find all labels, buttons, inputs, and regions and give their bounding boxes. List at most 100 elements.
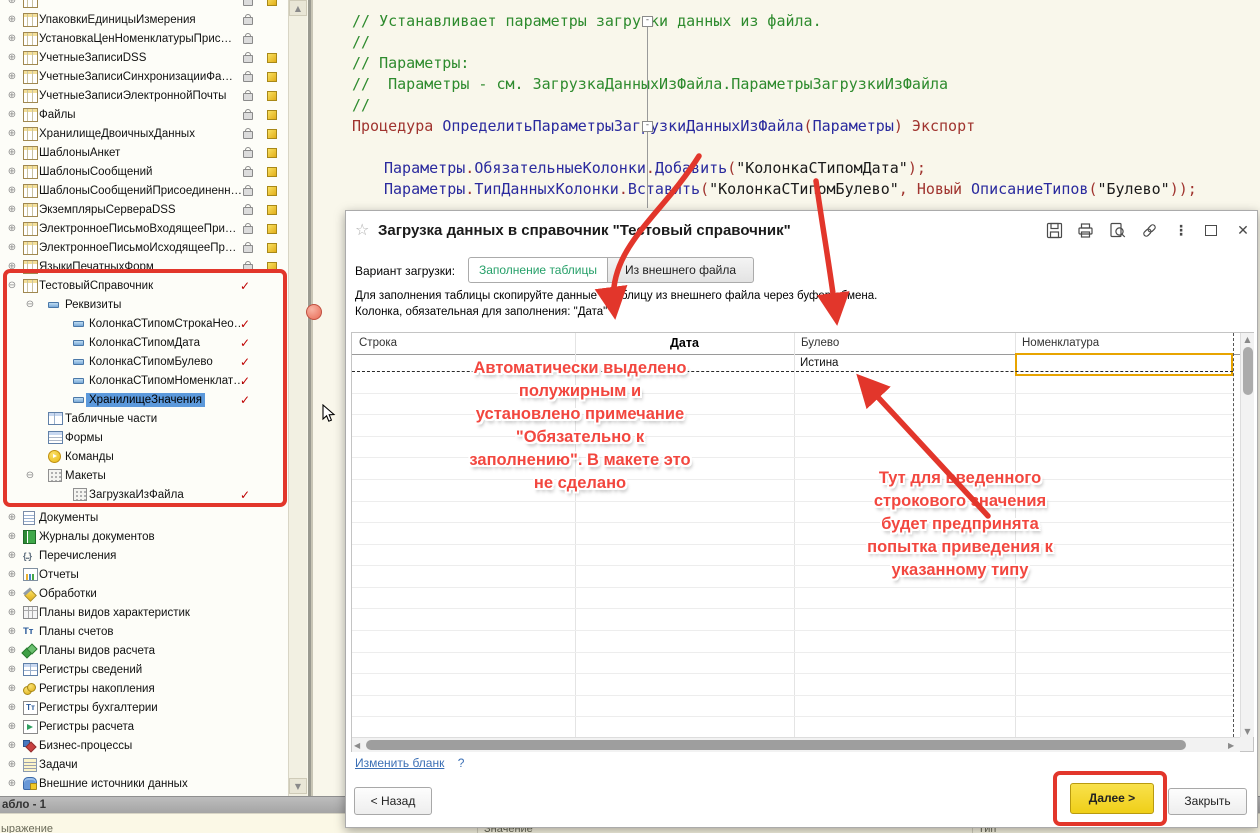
expand-icon[interactable]: ⊕ [6, 550, 18, 561]
tree-item-label[interactable]: Регистры сведений [36, 663, 145, 677]
tree-item-шаблонысообщений[interactable]: ⊕ ШаблоныСообщений [0, 162, 288, 181]
tree-item-учетныезаписисинхронизациифа-[interactable]: ⊕УчетныеЗаписиСинхронизацииФа… [0, 67, 288, 86]
expand-icon[interactable]: ⊕ [6, 569, 18, 580]
code-line[interactable]: // [352, 96, 370, 115]
expand-icon[interactable]: ⊕ [6, 512, 18, 523]
tree-item-электронноеписьмоисходящеепр-[interactable]: ⊕ ЭлектронноеПисьмоИсходящееПр… [0, 238, 288, 257]
tree-item-label[interactable]: Обработки [36, 587, 100, 601]
expand-icon[interactable]: ⊕ [6, 71, 18, 82]
expand-icon[interactable]: ⊕ [6, 166, 18, 177]
tree-item-обработки[interactable]: ⊕ Обработки [0, 584, 288, 603]
expand-icon[interactable]: ⊕ [6, 740, 18, 751]
tree-scrollbar[interactable]: ▲ ▼ [289, 0, 307, 796]
scroll-down-icon[interactable]: ▼ [1241, 727, 1254, 736]
tree-item-перечисления[interactable]: ⊕{..}Перечисления [0, 546, 288, 565]
tree-item-планы-видов-расчета[interactable]: ⊕ Планы видов расчета [0, 641, 288, 660]
scroll-down-icon[interactable]: ▼ [289, 778, 307, 794]
tree-item-label[interactable]: УчетныеЗаписиЭлектроннойПочты [36, 89, 229, 103]
scroll-right-icon[interactable]: ▶ [1228, 741, 1234, 750]
tree-item-регистры-расчета[interactable]: ⊕Регистры расчета [0, 717, 288, 736]
tree-item-журналы-документов[interactable]: ⊕ Журналы документов [0, 527, 288, 546]
expand-icon[interactable]: ⊕ [6, 185, 18, 196]
tree-item-label[interactable]: Файлы [36, 108, 79, 122]
tree-item-учетныезаписиэлектроннойпочты[interactable]: ⊕УчетныеЗаписиЭлектроннойПочты [0, 86, 288, 105]
tree-item-label[interactable]: Планы видов характеристик [36, 606, 193, 620]
expand-icon[interactable]: ⊕ [6, 607, 18, 618]
column-header-строка[interactable]: Строка [359, 333, 575, 354]
cell-value-булево[interactable]: Истина [800, 357, 838, 369]
tree-item-label[interactable]: УпаковкиЕдиницыИзмерения [36, 13, 199, 27]
tree-item-регистры-бухгалтерии[interactable]: ⊕ТтРегистры бухгалтерии [0, 698, 288, 717]
code-line[interactable]: // Устанавливает параметры загрузки данн… [352, 12, 822, 31]
expand-icon[interactable]: ⊕ [6, 52, 18, 63]
tree-item-учетныезаписиdss[interactable]: ⊕УчетныеЗаписиDSS [0, 48, 288, 67]
tree-item-задачи[interactable]: ⊕ Задачи [0, 755, 288, 774]
tree-item-label[interactable]: Отчеты [36, 568, 82, 582]
tree-item-шаблонысообщенийприсоединенн-[interactable]: ⊕ ШаблоныСообщенийПрисоединенн… [0, 181, 288, 200]
link-icon[interactable] [1139, 222, 1159, 240]
tree-item-label[interactable]: Планы видов расчета [36, 644, 158, 658]
variant-external-file-button[interactable]: Из внешнего файла [607, 257, 754, 283]
tree-item[interactable]: ⊕ [0, 0, 288, 10]
tree-item-файлы[interactable]: ⊕Файлы [0, 105, 288, 124]
maximize-icon[interactable] [1201, 222, 1221, 240]
tree-item-label[interactable]: ШаблоныСообщенийПрисоединенн… [36, 184, 245, 198]
tree-item-label[interactable]: Регистры расчета [36, 720, 137, 734]
tree-item-label[interactable]: ЭлектронноеПисьмоВходящееПри… [36, 222, 239, 236]
expand-icon[interactable]: ⊕ [6, 588, 18, 599]
tree-item-экземплярысервераdss[interactable]: ⊕ ЭкземплярыСервераDSS [0, 200, 288, 219]
expand-icon[interactable]: ⊕ [6, 0, 18, 6]
expand-icon[interactable]: ⊕ [6, 702, 18, 713]
print-icon[interactable] [1075, 222, 1095, 240]
tree-item-label[interactable]: УстановкаЦенНоменклатурыПрис… [36, 32, 235, 46]
tree-item-внешние-источники-данных[interactable]: ⊕ Внешние источники данных [0, 774, 288, 793]
tree-item-label[interactable]: ЭкземплярыСервераDSS [36, 203, 179, 217]
column-header-номенклатура[interactable]: Номенклатура [1022, 333, 1233, 354]
column-header-булево[interactable]: Булево [801, 333, 1015, 354]
horizontal-scroll-thumb[interactable] [366, 740, 1186, 750]
tree-item-label[interactable]: Журналы документов [36, 530, 158, 544]
code-line[interactable]: // Параметры - см. ЗагрузкаДанныхИзФайла… [352, 75, 948, 94]
close-button[interactable]: Закрыть [1168, 788, 1247, 815]
tree-item-label[interactable]: ШаблоныАнкет [36, 146, 123, 160]
expand-icon[interactable]: ⊕ [6, 778, 18, 789]
close-icon[interactable]: ✕ [1233, 222, 1253, 240]
expand-icon[interactable]: ⊕ [6, 128, 18, 139]
expand-icon[interactable]: ⊕ [6, 33, 18, 44]
change-form-link[interactable]: Изменить бланк [355, 756, 444, 770]
expand-icon[interactable]: ⊕ [6, 14, 18, 25]
more-icon[interactable]: ⋮ [1171, 222, 1191, 240]
code-line[interactable]: Параметры.ТипДанныхКолонки.Вставить("Кол… [384, 180, 1197, 199]
tree-item-label[interactable]: ЭлектронноеПисьмоИсходящееПр… [36, 241, 239, 255]
tree-item-отчеты[interactable]: ⊕ Отчеты [0, 565, 288, 584]
tree-item-label[interactable]: ХранилищеДвоичныхДанных [36, 127, 198, 141]
save-icon[interactable] [1044, 222, 1064, 240]
back-button[interactable]: < Назад [354, 787, 432, 815]
code-line[interactable]: // [352, 33, 370, 52]
table-horizontal-scrollbar[interactable]: ◀▶ [352, 737, 1240, 752]
tree-item-упаковкиединицыизмерения[interactable]: ⊕ УпаковкиЕдиницыИзмерения [0, 10, 288, 29]
expand-icon[interactable]: ⊕ [6, 147, 18, 158]
expand-icon[interactable]: ⊕ [6, 759, 18, 770]
expand-icon[interactable]: ⊕ [6, 645, 18, 656]
column-header-дата[interactable]: Дата [575, 333, 794, 354]
favorite-star-icon[interactable]: ☆ [355, 220, 369, 239]
tree-item-регистры-сведений[interactable]: ⊕Регистры сведений [0, 660, 288, 679]
scroll-left-icon[interactable]: ◀ [354, 741, 360, 750]
tree-item-label[interactable]: Планы счетов [36, 625, 116, 639]
tree-item-label[interactable]: Регистры бухгалтерии [36, 701, 161, 715]
tree-item-label[interactable]: Внешние источники данных [36, 777, 191, 791]
tree-item-бизнес-процессы[interactable]: ⊕Бизнес-процессы [0, 736, 288, 755]
tree-item-label[interactable]: Регистры накопления [36, 682, 158, 696]
scroll-up-icon[interactable]: ▲ [1241, 335, 1254, 344]
tree-item-планы-видов-характеристик[interactable]: ⊕ Планы видов характеристик [0, 603, 288, 622]
tree-item-регистры-накопления[interactable]: ⊕Регистры накопления [0, 679, 288, 698]
expand-icon[interactable]: ⊕ [6, 531, 18, 542]
preview-icon[interactable] [1107, 222, 1127, 240]
expand-icon[interactable]: ⊕ [6, 204, 18, 215]
help-link[interactable]: ? [458, 756, 465, 770]
expand-icon[interactable]: ⊕ [6, 242, 18, 253]
tree-item-электронноеписьмовходящеепри-[interactable]: ⊕ЭлектронноеПисьмоВходящееПри… [0, 219, 288, 238]
tree-item-label[interactable]: ШаблоныСообщений [36, 165, 155, 179]
tree-item-label[interactable]: Задачи [36, 758, 81, 772]
